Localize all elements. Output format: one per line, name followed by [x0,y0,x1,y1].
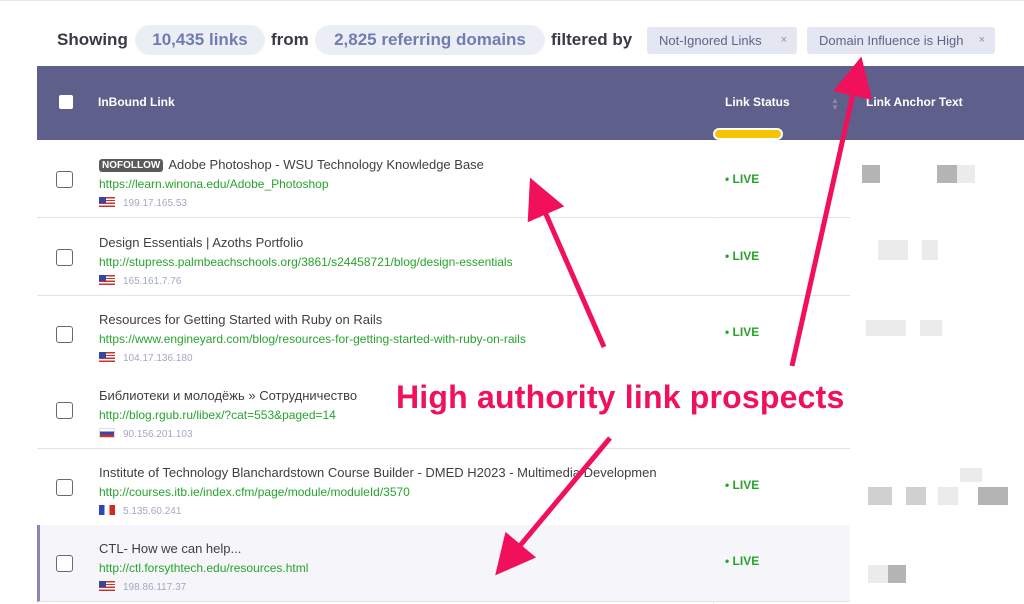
ip-address: 165.161.7.76 [123,276,182,287]
blurred-anchor-text [957,165,975,183]
link-url[interactable]: https://learn.winona.edu/Adobe_Photoshop [99,177,329,191]
nofollow-badge: NOFOLLOW [99,159,164,172]
blurred-anchor-text [906,487,926,505]
link-title[interactable]: CTL- How we can help... [99,541,241,556]
blurred-anchor-text [938,487,958,505]
link-title[interactable]: Библиотеки и молодёжь » Сотрудничество [99,388,357,403]
blurred-anchor-text [922,240,938,260]
table-header: InBound Link Link Status ▲ ▼ Link Anchor … [37,66,1024,140]
from-label: from [271,30,309,49]
link-title[interactable]: Design Essentials | Azoths Portfolio [99,235,303,250]
blurred-anchor-text [978,487,1008,505]
link-url[interactable]: http://courses.itb.ie/index.cfm/page/mod… [99,485,410,499]
row-checkbox[interactable] [56,402,73,419]
blurred-anchor-text [868,487,892,505]
link-url[interactable]: http://stupress.palmbeachschools.org/386… [99,255,513,269]
select-all-checkbox[interactable] [59,95,73,109]
filter-tag-not-ignored[interactable]: Not-Ignored Links × [647,27,797,54]
blurred-anchor-text [866,320,906,336]
domains-count-pill[interactable]: 2,825 referring domains [315,25,545,55]
us-flag-icon [99,197,115,207]
column-link-status[interactable]: Link Status [725,95,790,109]
remove-filter-icon[interactable]: × [979,27,985,54]
link-status-live: • LIVE [725,325,760,339]
filtered-by-label: filtered by [551,30,633,49]
column-link-anchor-text[interactable]: Link Anchor Text [866,95,963,109]
filter-tag-domain-influence[interactable]: Domain Influence is High × [807,27,995,54]
anchor-text-column [850,140,1024,604]
link-title[interactable]: Adobe Photoshop - WSU Technology Knowled… [168,157,484,172]
row-checkbox[interactable] [56,249,73,266]
link-title[interactable]: Resources for Getting Started with Ruby … [99,312,382,327]
sort-arrows-icon[interactable]: ▲ ▼ [831,97,839,112]
row-checkbox[interactable] [56,555,73,572]
ip-address: 5.135.60.241 [123,506,182,517]
blurred-anchor-text [937,165,957,183]
filter-tag-label: Not-Ignored Links [659,33,762,48]
blurred-anchor-text [878,240,908,260]
ip-address: 198.86.117.37 [123,582,187,593]
links-count-pill[interactable]: 10,435 links [135,25,265,55]
link-url[interactable]: http://blog.rgub.ru/libex/?cat=553&paged… [99,408,336,422]
ip-address: 199.17.165.53 [123,198,187,209]
link-url[interactable]: https://www.engineyard.com/blog/resource… [99,332,526,346]
link-status-live: • LIVE [725,478,760,492]
us-flag-icon [99,275,115,285]
blurred-anchor-text [862,165,880,183]
showing-label: Showing [57,30,128,49]
blurred-anchor-text [920,320,942,336]
link-title[interactable]: Institute of Technology Blanchardstown C… [99,465,657,480]
blurred-anchor-text [960,468,982,482]
blurred-anchor-text [868,565,888,583]
ip-address: 90.156.201.103 [123,429,193,440]
fr-flag-icon [99,505,115,515]
row-checkbox[interactable] [56,171,73,188]
backlinks-screen: Showing 10,435 links from 2,825 referrin… [0,0,1024,604]
link-url[interactable]: http://ctl.forsythtech.edu/resources.htm… [99,561,308,575]
row-checkbox[interactable] [56,479,73,496]
column-inbound-link[interactable]: InBound Link [98,95,175,109]
row-checkbox[interactable] [56,326,73,343]
results-summary-bar: Showing 10,435 links from 2,825 referrin… [0,0,1024,66]
remove-filter-icon[interactable]: × [781,27,787,54]
link-status-live: • LIVE [725,172,760,186]
link-status-live: • LIVE [725,249,760,263]
ip-address: 104.17.136.180 [123,353,193,364]
us-flag-icon [99,352,115,362]
us-flag-icon [99,581,115,591]
ru-flag-icon [99,428,115,438]
annotation-label: High authority link prospects [396,379,845,415]
filter-tag-label: Domain Influence is High [819,33,964,48]
link-status-live: • LIVE [725,554,760,568]
blurred-anchor-text [888,565,906,583]
active-sort-indicator [713,128,783,140]
